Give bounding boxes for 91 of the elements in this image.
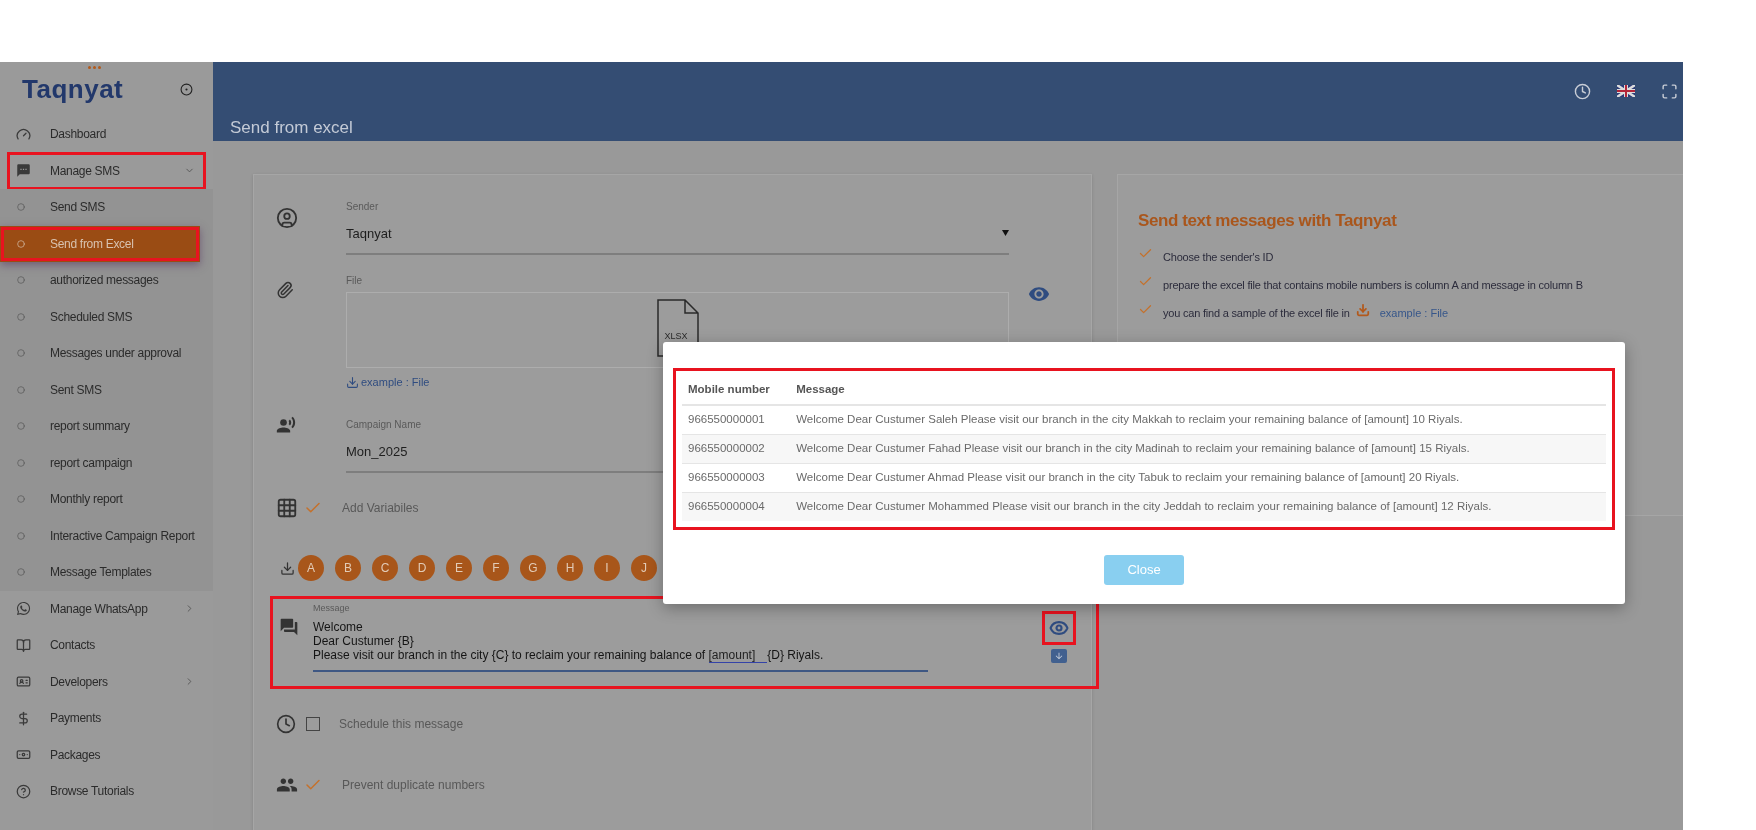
chat-icon xyxy=(279,617,299,637)
sidebar-item[interactable]: Packages xyxy=(8,736,205,773)
dollar-icon xyxy=(16,710,31,726)
table-cell: Welcome Dear Custumer Fahad Please visit our branch in the city Madinah to reclaim your remaining balance of [amount] 15 Riyals. xyxy=(790,434,1606,463)
sidebar-item[interactable]: Contacts xyxy=(8,627,205,664)
submenu-item[interactable]: report campaign xyxy=(0,444,213,481)
submenu-item[interactable]: Message Templates xyxy=(0,554,213,591)
flag-icon[interactable] xyxy=(1617,85,1635,97)
person-icon xyxy=(276,206,298,229)
clock-icon[interactable] xyxy=(1574,82,1591,100)
example-file-link[interactable]: example : File xyxy=(346,374,430,391)
submenu-item[interactable]: Messages under approval xyxy=(0,335,213,372)
whatsapp-icon xyxy=(16,601,31,617)
field-label: Sender xyxy=(346,199,379,214)
step-text: Choose the sender's ID xyxy=(1163,249,1274,265)
eye-icon xyxy=(1049,618,1069,638)
id-card-icon xyxy=(16,674,31,690)
book-icon xyxy=(16,637,31,653)
bullet-icon xyxy=(17,458,25,467)
sidebar-item[interactable]: Manage SMS xyxy=(8,152,205,189)
pin-icon[interactable] xyxy=(180,82,193,96)
submenu-item[interactable]: Monthly report xyxy=(0,481,213,518)
logo: Taqnyat xyxy=(22,73,124,104)
dropdown-caret-icon xyxy=(1002,230,1009,237)
chat-icon xyxy=(16,163,31,179)
insert-button[interactable] xyxy=(1051,649,1067,663)
variable-button[interactable]: G xyxy=(520,555,546,581)
info-title: Send text messages with Taqnyat xyxy=(1138,209,1398,232)
table-cell: Welcome Dear Custumer Mohammed Please visit our branch in the city Jeddah to reclaim your remaining balance of [amount] 12 Riyals. xyxy=(790,492,1606,521)
sidebar-item[interactable]: Payments xyxy=(8,700,205,737)
field-label: Message xyxy=(313,602,350,615)
bullet-icon xyxy=(17,203,25,212)
bullet-icon xyxy=(17,422,25,431)
sidebar-item[interactable]: Dashboard xyxy=(8,116,205,153)
submenu-item[interactable]: Scheduled SMS xyxy=(0,298,213,335)
bullet-icon xyxy=(17,385,25,394)
variable-button[interactable]: I xyxy=(594,555,620,581)
example-file-link[interactable]: example : File xyxy=(1379,304,1449,322)
bullet-icon xyxy=(17,239,25,248)
submenu-item[interactable]: authorized messages xyxy=(0,262,213,299)
variable-button[interactable]: H xyxy=(557,555,583,581)
preview-button[interactable] xyxy=(1042,611,1076,645)
table-cell: Welcome Dear Custumer Ahmad Please visit our branch in the city Tabuk to reclaim your remaining balance of [amount] 20 Riyals. xyxy=(790,463,1606,492)
file-type-label: XLSX xyxy=(664,330,688,343)
table-cell: 966550000003 xyxy=(682,463,791,492)
bullet-icon xyxy=(17,312,25,321)
bullet-icon xyxy=(17,531,25,540)
variables-label: Add Variabiles xyxy=(342,500,419,517)
message-field[interactable]: Welcome Dear Custumer {B} Please visit our branch in the city {C} to reclaim your remaining balance of [amount] {D} Riyals. xyxy=(313,615,928,672)
sidebar-item[interactable]: Developers xyxy=(8,663,205,700)
submenu-item[interactable]: Send from Excel xyxy=(0,225,200,262)
clock-icon xyxy=(276,714,296,734)
table-cell: Welcome Dear Custumer Saleh Please visit our branch in the city Makkah to reclaim your remaining balance of [amount] 10 Riyals. xyxy=(790,405,1606,434)
step-text: prepare the excel file that contains mobile numbers is column A and message in column B xyxy=(1163,277,1583,293)
field-label: Campaign Name xyxy=(346,417,422,432)
fullscreen-icon[interactable] xyxy=(1661,82,1678,100)
page-title: Send from excel xyxy=(230,117,354,139)
help-icon xyxy=(16,783,31,799)
schedule-label: Schedule this message xyxy=(339,716,464,733)
table-cell: 966550000001 xyxy=(682,405,791,434)
variable-button[interactable]: E xyxy=(446,555,472,581)
download-icon xyxy=(1355,303,1370,317)
submenu-item[interactable]: report summary xyxy=(0,408,213,445)
paperclip-icon xyxy=(276,281,294,299)
gauge-icon xyxy=(16,126,31,142)
field-label: File xyxy=(346,274,363,288)
variable-button[interactable]: D xyxy=(409,555,435,581)
sidebar-item[interactable]: Manage WhatsApp xyxy=(8,590,205,627)
variable-button[interactable]: C xyxy=(372,555,398,581)
variable-button[interactable]: F xyxy=(483,555,509,581)
submenu-item[interactable]: Sent SMS xyxy=(0,371,213,408)
duplicates-label: Prevent duplicate numbers xyxy=(342,777,485,794)
logo-dots-icon xyxy=(88,65,101,69)
submenu-item[interactable]: Interactive Campaign Report xyxy=(0,517,213,554)
bullet-icon xyxy=(17,276,25,285)
input-field[interactable]: Taqnyat xyxy=(346,223,1009,255)
step-text: you can find a sample of the excel file in xyxy=(1163,305,1350,321)
submenu-item[interactable]: Send SMS xyxy=(0,189,213,226)
sidebar-item[interactable]: Browse Tutorials xyxy=(8,773,205,810)
variable-button[interactable]: J xyxy=(631,555,657,581)
variable-button[interactable]: A xyxy=(298,555,324,581)
variable-button[interactable]: B xyxy=(335,555,361,581)
grid-icon xyxy=(276,497,298,519)
speaker-icon xyxy=(276,414,296,435)
bullet-icon xyxy=(17,349,25,358)
table-cell: 966550000004 xyxy=(682,492,791,521)
bullet-icon xyxy=(17,495,25,504)
schedule-checkbox[interactable] xyxy=(306,717,320,731)
bullet-icon xyxy=(17,568,25,577)
download-icon xyxy=(346,375,359,389)
table-cell: 966550000002 xyxy=(682,434,791,463)
